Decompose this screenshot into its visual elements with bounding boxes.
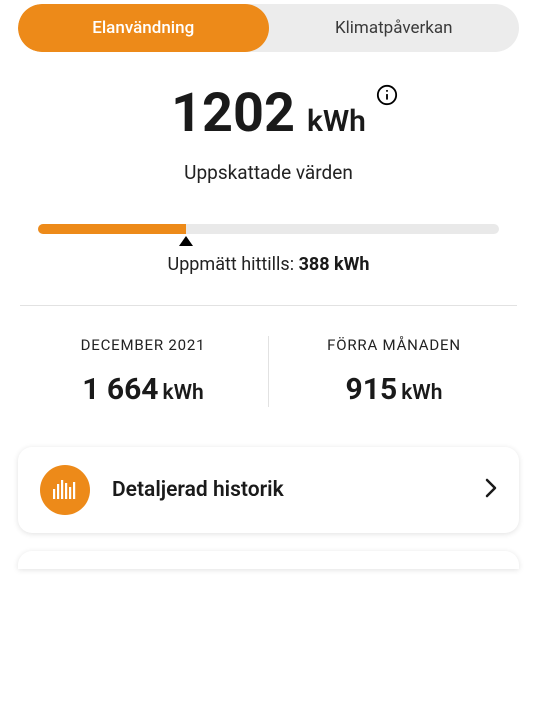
compare-left-unit: kWh xyxy=(163,381,204,405)
tab-bar: Elanvändning Klimatpåverkan xyxy=(18,4,519,52)
measured-label: Uppmätt hittills: xyxy=(168,254,299,275)
progress-bar xyxy=(18,224,519,234)
next-card-preview[interactable] xyxy=(18,551,519,569)
compare-row: DECEMBER 2021 1 664kWh FÖRRA MÅNADEN 915… xyxy=(18,336,519,407)
bars-icon xyxy=(40,465,90,515)
divider xyxy=(20,305,517,306)
compare-right: FÖRRA MÅNADEN 915kWh xyxy=(269,336,519,407)
tab-climate[interactable]: Klimatpåverkan xyxy=(269,4,520,52)
main-unit: kWh xyxy=(307,104,366,139)
chevron-right-icon xyxy=(485,478,497,502)
history-card[interactable]: Detaljerad historik xyxy=(18,447,519,533)
measured-value: 388 kWh xyxy=(299,254,370,275)
estimate-subtitle: Uppskattade värden xyxy=(18,161,519,184)
progress-fill xyxy=(38,224,186,234)
main-value: 1202 xyxy=(171,82,295,145)
main-reading: 1202 kWh xyxy=(18,82,519,145)
tab-usage[interactable]: Elanvändning xyxy=(18,4,269,52)
compare-left-label: DECEMBER 2021 xyxy=(18,336,268,354)
progress-marker-icon xyxy=(179,236,193,246)
compare-left: DECEMBER 2021 1 664kWh xyxy=(18,336,268,407)
measured-row: Uppmätt hittills: 388 kWh xyxy=(18,254,519,275)
history-card-label: Detaljerad historik xyxy=(112,478,485,502)
compare-left-value: 1 664 xyxy=(82,372,158,407)
compare-right-value: 915 xyxy=(346,372,398,407)
compare-right-label: FÖRRA MÅNADEN xyxy=(269,336,519,354)
info-icon[interactable] xyxy=(376,84,398,110)
compare-right-unit: kWh xyxy=(401,381,442,405)
